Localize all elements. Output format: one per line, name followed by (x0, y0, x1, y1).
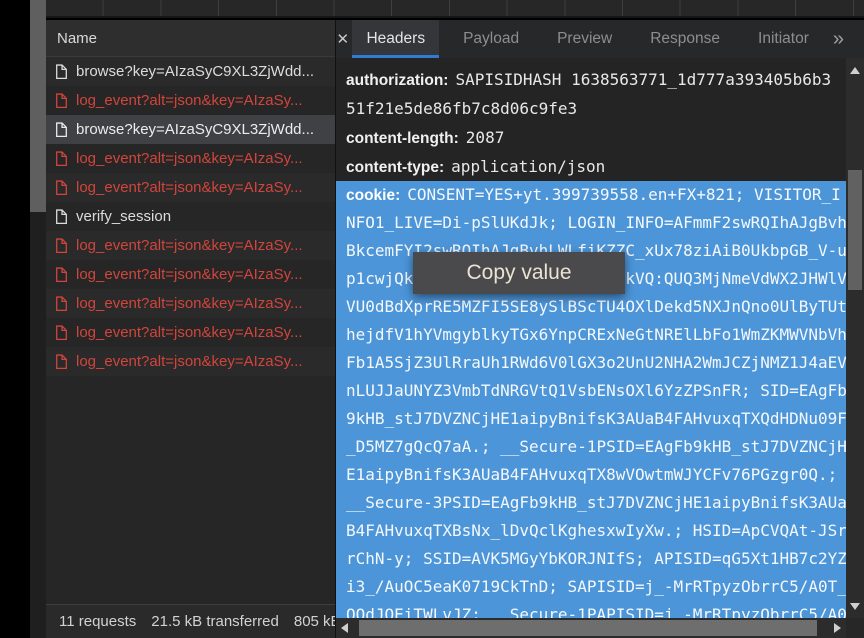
header-line: VU0dBdXprRE5MZFI5SE8ySlBScTU4OXlDekd5NXJ… (336, 293, 846, 321)
header-line: 51f21e5de86fb7c8d06c9fe3 (336, 94, 846, 123)
page-scrollbar-thumb[interactable] (30, 0, 46, 212)
transferred-size: 21.5 kB transferred (151, 613, 279, 630)
request-row[interactable]: log_event?alt=json&key=AIzaSy... (46, 173, 335, 202)
request-name: log_event?alt=json&key=AIzaSy... (76, 92, 303, 109)
scroll-left-icon[interactable] (341, 623, 348, 633)
file-icon (55, 180, 68, 196)
header-entry: content-length:2087 (336, 123, 846, 152)
headers-content: authorization:SAPISIDHASH 1638563771_1d7… (336, 58, 864, 618)
scroll-right-icon[interactable] (834, 623, 841, 633)
tab-headers[interactable]: Headers (352, 20, 439, 58)
request-details-panel: ✕ Headers Payload Preview Response Initiator… (335, 20, 864, 638)
tab-payload[interactable]: Payload (449, 20, 533, 58)
horizontal-scrollbar-thumb[interactable] (359, 620, 817, 636)
network-status-bar: 11 requests 21.5 kB transferred 805 kB (46, 604, 335, 638)
header-line: authorization:SAPISIDHASH 1638563771_1d7… (336, 65, 846, 94)
header-entry: cookie:CONSENT=YES+yt.399739558.en+FX+82… (336, 181, 846, 618)
request-rows: browse?key=AIzaSyC9XL3ZjWdd... log_event?… (46, 57, 335, 376)
header-entry: authorization:SAPISIDHASH 1638563771_1d7… (336, 58, 846, 123)
close-icon[interactable]: ✕ (336, 20, 349, 58)
request-row[interactable]: log_event?alt=json&key=AIzaSy... (46, 318, 335, 347)
file-icon (55, 238, 68, 254)
header-name: cookie: (346, 187, 400, 204)
resources-size: 805 kB (294, 613, 335, 630)
request-row[interactable]: browse?key=AIzaSyC9XL3ZjWdd... (46, 115, 335, 144)
request-row[interactable]: verify_session (46, 202, 335, 231)
request-name: browse?key=AIzaSyC9XL3ZjWdd... (76, 63, 314, 80)
request-row[interactable]: browse?key=AIzaSyC9XL3ZjWdd... (46, 57, 335, 86)
tab-initiator[interactable]: Initiator (744, 20, 823, 58)
headers-list: authorization:SAPISIDHASH 1638563771_1d7… (336, 58, 846, 618)
file-icon (55, 122, 68, 138)
request-row[interactable]: log_event?alt=json&key=AIzaSy... (46, 231, 335, 260)
request-name: log_event?alt=json&key=AIzaSy... (76, 295, 303, 312)
details-tabs: Headers Payload Preview Response Initiator (352, 20, 832, 58)
header-line: __Secure-3PSID=EAgFb9kHB_stJ7DVZNCjHE1ai… (336, 489, 846, 517)
details-tab-bar: ✕ Headers Payload Preview Response Initiator… (336, 20, 864, 58)
horizontal-scrollbar[interactable] (336, 618, 846, 638)
header-line: content-type:application/json (336, 152, 846, 181)
network-overview-strip[interactable] (46, 0, 864, 18)
header-name: authorization: (346, 72, 448, 89)
header-line: _D5MZ7gQcQ7aA.; __Secure-1PSID=EAgFb9kHB… (336, 433, 846, 461)
file-icon (55, 64, 68, 80)
file-icon (55, 151, 68, 167)
request-row[interactable]: log_event?alt=json&key=AIzaSy... (46, 144, 335, 173)
header-line: B4FAHvuxqTXBsNx_lDvQclKghesxwIyXw.; HSID… (336, 517, 846, 545)
scrollbar-corner (846, 618, 864, 638)
file-icon (55, 267, 68, 283)
column-header-name[interactable]: Name (46, 20, 335, 57)
header-line: QOdJQEiTWLvJZ; __Secure-1PAPISID=j_-MrRT… (336, 601, 846, 618)
header-line: rChN-y; SSID=AVK5MGyYbKORJNIfS; APISID=q… (336, 545, 846, 573)
request-name: log_event?alt=json&key=AIzaSy... (76, 324, 303, 341)
devtools-network-panel: Name browse?key=AIzaSyC9XL3ZjWdd... log_e… (0, 0, 864, 638)
file-icon (55, 93, 68, 109)
header-line: NFO1_LIVE=Di-pSlUKdJk; LOGIN_INFO=AFmmF2… (336, 209, 846, 237)
file-icon (55, 296, 68, 312)
request-list-panel: Name browse?key=AIzaSyC9XL3ZjWdd... log_e… (46, 20, 335, 638)
copy-value-menu-item[interactable]: Copy value (413, 252, 625, 294)
header-line: nLUJJaUNYZ3VmbTdNRGVtQ1VsbENsOXl6YzZPSnF… (336, 377, 846, 405)
more-tabs-icon[interactable]: » (833, 20, 864, 58)
header-line: Fb1A5SjZ3UlRraUh1RWd6V0lGX3o2UnU2NHA2WmJ… (336, 349, 846, 377)
header-entry: content-type:application/json (336, 152, 846, 181)
request-row[interactable]: log_event?alt=json&key=AIzaSy... (46, 289, 335, 318)
tab-response[interactable]: Response (636, 20, 734, 58)
request-count: 11 requests (59, 613, 136, 630)
header-name: content-type: (346, 159, 444, 176)
tab-preview[interactable]: Preview (543, 20, 626, 58)
header-name: content-length: (346, 130, 459, 147)
request-name: log_event?alt=json&key=AIzaSy... (76, 266, 303, 283)
copy-value-label: Copy value (466, 261, 571, 285)
header-line: i3_/AuOC5eaK0719CkTnD; SAPISID=j_-MrRTpy… (336, 573, 846, 601)
request-name: log_event?alt=json&key=AIzaSy... (76, 179, 303, 196)
header-line: E1aipyBnifsK3AUaB4FAHvuxqTX8wVOwtmWJYCFv… (336, 461, 846, 489)
request-name: log_event?alt=json&key=AIzaSy... (76, 353, 303, 370)
request-row[interactable]: log_event?alt=json&key=AIzaSy... (46, 347, 335, 376)
vertical-scrollbar-thumb[interactable] (848, 170, 862, 290)
header-line: cookie:CONSENT=YES+yt.399739558.en+FX+82… (336, 181, 846, 209)
request-row[interactable]: log_event?alt=json&key=AIzaSy... (46, 86, 335, 115)
request-name: browse?key=AIzaSyC9XL3ZjWdd... (76, 121, 314, 138)
request-name: log_event?alt=json&key=AIzaSy... (76, 150, 303, 167)
page-background (0, 0, 30, 638)
vertical-scrollbar[interactable] (846, 58, 864, 618)
page-scrollbar[interactable] (30, 0, 46, 638)
file-icon (55, 325, 68, 341)
request-name: log_event?alt=json&key=AIzaSy... (76, 237, 303, 254)
header-line: content-length:2087 (336, 123, 846, 152)
scroll-up-icon[interactable] (850, 67, 860, 74)
request-row[interactable]: log_event?alt=json&key=AIzaSy... (46, 260, 335, 289)
header-line: 9kHB_stJ7DVZNCjHE1aipyBnifsK3AUaB4FAHvux… (336, 405, 846, 433)
header-line: hejdfV1hYVmgyblkyTGx6YnpCRExNeGtNRElLbFo… (336, 321, 846, 349)
file-icon (55, 209, 68, 225)
scroll-down-icon[interactable] (850, 603, 860, 610)
request-name: verify_session (76, 208, 171, 225)
file-icon (55, 354, 68, 370)
